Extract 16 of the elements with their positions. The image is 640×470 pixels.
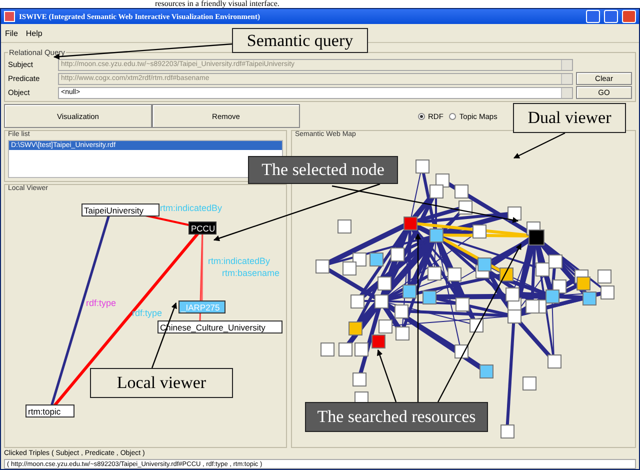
- edge-label: rdf:type: [86, 298, 116, 308]
- callout-label: The selected node: [248, 156, 398, 184]
- callout-label: Dual viewer: [513, 103, 626, 133]
- menu-item[interactable]: File: [5, 28, 18, 38]
- edge-label: rdf:type: [132, 308, 162, 318]
- edge-label: rtm:indicatedBy: [208, 256, 270, 266]
- edge-label: rtm:indicatedBy: [160, 203, 222, 213]
- caption-text: resources in a friendly visual interface.: [154, 0, 280, 8]
- graph-node[interactable]: PCCU: [188, 222, 216, 234]
- graph-node[interactable]: rtm:topic: [26, 404, 74, 418]
- menu-item[interactable]: Help: [26, 28, 42, 38]
- edge-label: rtm:basename: [222, 268, 280, 278]
- callout-label: Semantic query: [232, 28, 368, 53]
- callout-label: Local viewer: [90, 368, 233, 398]
- callout-label: The searched resources: [305, 402, 488, 432]
- graph-node[interactable]: TaipeiUniversity: [82, 204, 160, 216]
